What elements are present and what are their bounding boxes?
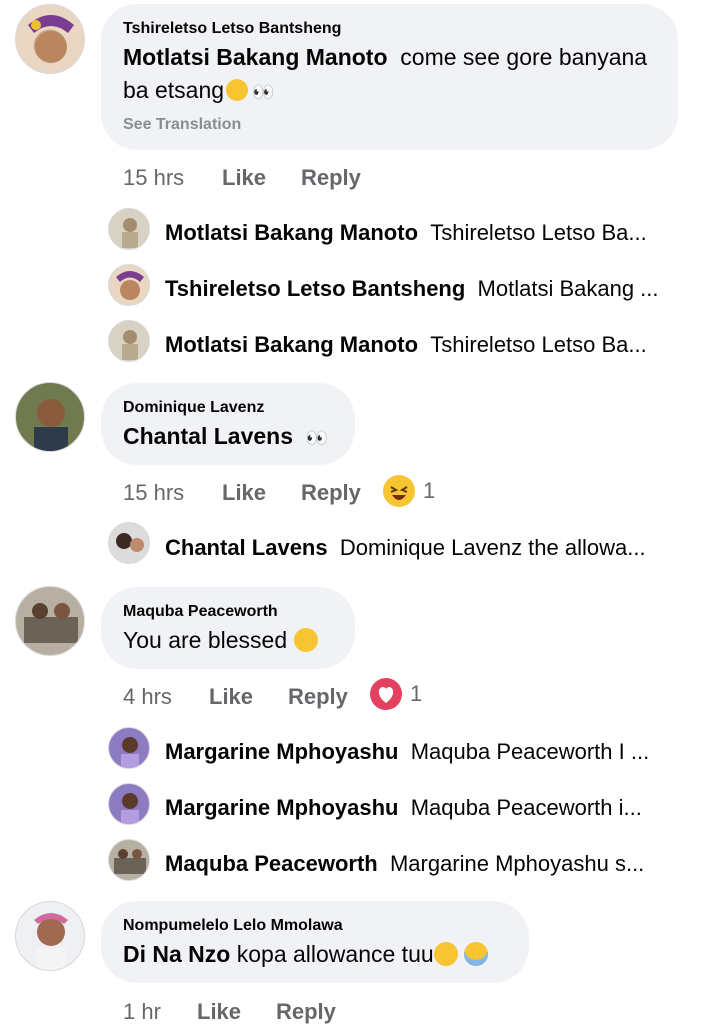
comment-timestamp[interactable]: 15 hrs (123, 480, 184, 506)
reply-snippet: Dominique Lavenz the allowa... (339, 535, 646, 560)
reply-button[interactable]: Reply (276, 999, 336, 1025)
avatar[interactable] (108, 208, 150, 250)
reply-snippet: Motlatsi Bakang ... (477, 276, 659, 301)
comment-author[interactable]: Nompumelelo Lelo Mmolawa (123, 917, 343, 935)
avatar-image (116, 533, 144, 552)
avatar-image (121, 793, 139, 824)
reaction-count[interactable]: 1 (423, 478, 435, 504)
laughing-face (390, 486, 408, 500)
avatar-image (28, 15, 74, 63)
mention-link[interactable]: Chantal Lavens (123, 423, 293, 449)
reply-author[interactable]: Maquba Peaceworth (165, 851, 378, 876)
like-button[interactable]: Like (222, 480, 266, 506)
reaction-count[interactable]: 1 (410, 681, 422, 707)
avatar[interactable] (108, 320, 150, 362)
avatar-image (122, 218, 138, 248)
avatar[interactable] (15, 901, 85, 971)
reply-preview[interactable]: Motlatsi Bakang Manoto Tshireletso Letso… (165, 220, 685, 246)
reply-author[interactable]: Margarine Mphoyashu (165, 795, 398, 820)
reply-author[interactable]: Tshireletso Letso Bantsheng (165, 276, 465, 301)
crying-emoji-icon (464, 942, 489, 966)
reply-snippet: Maquba Peaceworth I ... (410, 739, 650, 764)
reply-preview[interactable]: Margarine Mphoyashu Maquba Peaceworth I … (165, 739, 685, 765)
reply-author[interactable]: Motlatsi Bakang Manoto (165, 332, 418, 357)
reply-snippet: Margarine Mphoyashu s... (389, 851, 645, 876)
reply-preview[interactable]: Chantal Lavens Dominique Lavenz the allo… (165, 535, 685, 561)
comment-author[interactable]: Dominique Lavenz (123, 399, 264, 417)
reply-snippet: Tshireletso Letso Ba... (430, 220, 647, 245)
see-translation-link[interactable]: See Translation (123, 116, 241, 134)
comment-text: Di Na Nzo kopa allowance tuu (123, 937, 489, 971)
avatar[interactable] (15, 4, 85, 74)
avatar[interactable] (108, 727, 150, 769)
reply-preview[interactable]: Motlatsi Bakang Manoto Tshireletso Letso… (165, 332, 685, 358)
avatar-image (116, 271, 144, 300)
mention-link[interactable]: Di Na Nzo (123, 941, 230, 967)
heart-shape (378, 687, 394, 703)
eyes-emoji-icon: 👀 (252, 82, 275, 102)
pleading-emoji-icon (433, 942, 458, 966)
avatar-image (34, 399, 68, 451)
like-button[interactable]: Like (197, 999, 241, 1025)
avatar-image (114, 849, 146, 874)
comment-text: Motlatsi Bakang Manoto come see gore ban… (123, 44, 648, 70)
love-heart-icon[interactable] (370, 678, 402, 710)
avatar[interactable] (15, 382, 85, 452)
reply-author[interactable]: Motlatsi Bakang Manoto (165, 220, 418, 245)
laughing-emoji-icon[interactable] (383, 475, 415, 507)
avatar[interactable] (108, 522, 150, 564)
comment-author[interactable]: Tshireletso Letso Bantsheng (123, 20, 341, 38)
reply-snippet: Tshireletso Letso Ba... (430, 332, 647, 357)
eyes-emoji-icon: 👀 (305, 428, 329, 448)
avatar-image (122, 330, 138, 360)
avatar-image (121, 737, 139, 768)
comment-text: You are blessed (123, 623, 318, 657)
mention-link[interactable]: Motlatsi Bakang Manoto (123, 44, 388, 70)
avatar[interactable] (108, 264, 150, 306)
comment-text-line2: ba etsang 👀 (123, 73, 274, 109)
comment-timestamp[interactable]: 15 hrs (123, 165, 184, 191)
comment-timestamp[interactable]: 4 hrs (123, 684, 172, 710)
reply-preview[interactable]: Tshireletso Letso Bantsheng Motlatsi Bak… (165, 276, 685, 302)
reply-author[interactable]: Chantal Lavens (165, 535, 328, 560)
reply-button[interactable]: Reply (301, 480, 361, 506)
like-button[interactable]: Like (222, 165, 266, 191)
reply-preview[interactable]: Margarine Mphoyashu Maquba Peaceworth i.… (165, 795, 685, 821)
reply-author[interactable]: Margarine Mphoyashu (165, 739, 398, 764)
avatar[interactable] (108, 839, 150, 881)
reply-snippet: Maquba Peaceworth i... (410, 795, 642, 820)
comment-text: Chantal Lavens 👀 (123, 419, 328, 455)
avatar-image (24, 603, 78, 643)
avatar[interactable] (108, 783, 150, 825)
comment-timestamp[interactable]: 1 hr (123, 999, 161, 1025)
like-button[interactable]: Like (209, 684, 253, 710)
avatar[interactable] (15, 586, 85, 656)
reply-button[interactable]: Reply (288, 684, 348, 710)
reply-button[interactable]: Reply (301, 165, 361, 191)
rofl-emoji-icon (226, 79, 249, 101)
smiling-emoji-icon (293, 628, 318, 652)
comment-author[interactable]: Maquba Peaceworth (123, 603, 278, 621)
reply-preview[interactable]: Maquba Peaceworth Margarine Mphoyashu s.… (165, 851, 685, 877)
avatar-image (34, 913, 68, 970)
